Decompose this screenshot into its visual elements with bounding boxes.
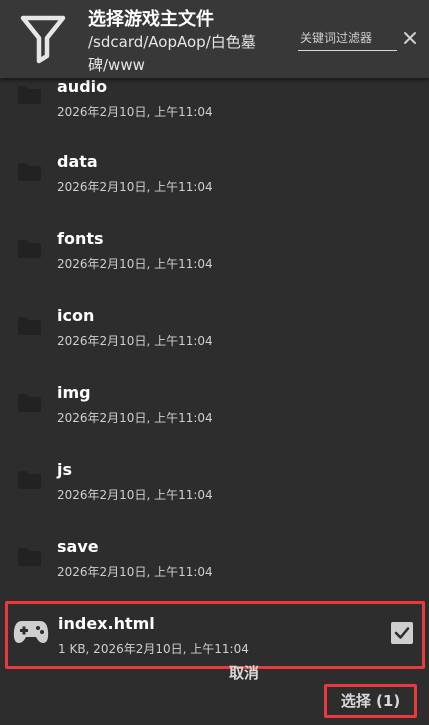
- list-item[interactable]: js 2026年2月10日, 上午11:04: [0, 460, 429, 528]
- item-name: fonts: [57, 229, 104, 248]
- folder-icon: [18, 86, 41, 104]
- list-item[interactable]: audio 2026年2月10日, 上午11:04: [0, 77, 429, 143]
- close-icon[interactable]: [401, 29, 419, 47]
- gamepad-icon: [13, 621, 49, 643]
- file-picker-dialog: 选择游戏主文件 /sdcard/AopAop/白色墓碑/www audio 20…: [0, 0, 429, 725]
- selected-file-row[interactable]: index.html 1 KB, 2026年2月10日, 上午11:04: [5, 601, 425, 669]
- item-meta: 2026年2月10日, 上午11:04: [57, 411, 213, 425]
- folder-icon: [18, 317, 41, 335]
- list-item[interactable]: img 2026年2月10日, 上午11:04: [0, 383, 429, 451]
- keyword-filter-input[interactable]: [298, 28, 397, 51]
- page-title: 选择游戏主文件: [88, 9, 214, 30]
- header: 选择游戏主文件 /sdcard/AopAop/白色墓碑/www: [0, 0, 429, 78]
- item-meta: 2026年2月10日, 上午11:04: [57, 180, 213, 194]
- item-name: save: [57, 537, 99, 556]
- list-item[interactable]: fonts 2026年2月10日, 上午11:04: [0, 229, 429, 297]
- folder-icon: [18, 163, 41, 181]
- select-button[interactable]: 选择 (1): [324, 684, 417, 718]
- folder-icon: [18, 240, 41, 258]
- list-item[interactable]: save 2026年2月10日, 上午11:04: [0, 537, 429, 605]
- item-meta: 2026年2月10日, 上午11:04: [57, 105, 213, 119]
- item-meta: 2026年2月10日, 上午11:04: [57, 257, 213, 271]
- check-icon: [394, 627, 410, 639]
- folder-icon: [18, 394, 41, 412]
- file-meta: 1 KB, 2026年2月10日, 上午11:04: [58, 642, 249, 656]
- file-checkbox[interactable]: [391, 622, 413, 644]
- folder-icon: [18, 471, 41, 489]
- file-name: index.html: [58, 614, 155, 633]
- list-item[interactable]: data 2026年2月10日, 上午11:04: [0, 152, 429, 220]
- item-meta: 2026年2月10日, 上午11:04: [57, 488, 213, 502]
- item-name: data: [57, 152, 98, 171]
- item-meta: 2026年2月10日, 上午11:04: [57, 565, 213, 579]
- current-path: /sdcard/AopAop/白色墓碑/www: [88, 33, 256, 74]
- item-name: audio: [57, 77, 108, 96]
- item-name: js: [57, 460, 73, 479]
- list-item[interactable]: icon 2026年2月10日, 上午11:04: [0, 306, 429, 374]
- item-meta: 2026年2月10日, 上午11:04: [57, 334, 213, 348]
- item-name: icon: [57, 306, 95, 325]
- filter-icon: [20, 15, 66, 64]
- folder-icon: [18, 548, 41, 566]
- item-name: img: [57, 383, 91, 402]
- cancel-button[interactable]: 取消: [217, 659, 271, 687]
